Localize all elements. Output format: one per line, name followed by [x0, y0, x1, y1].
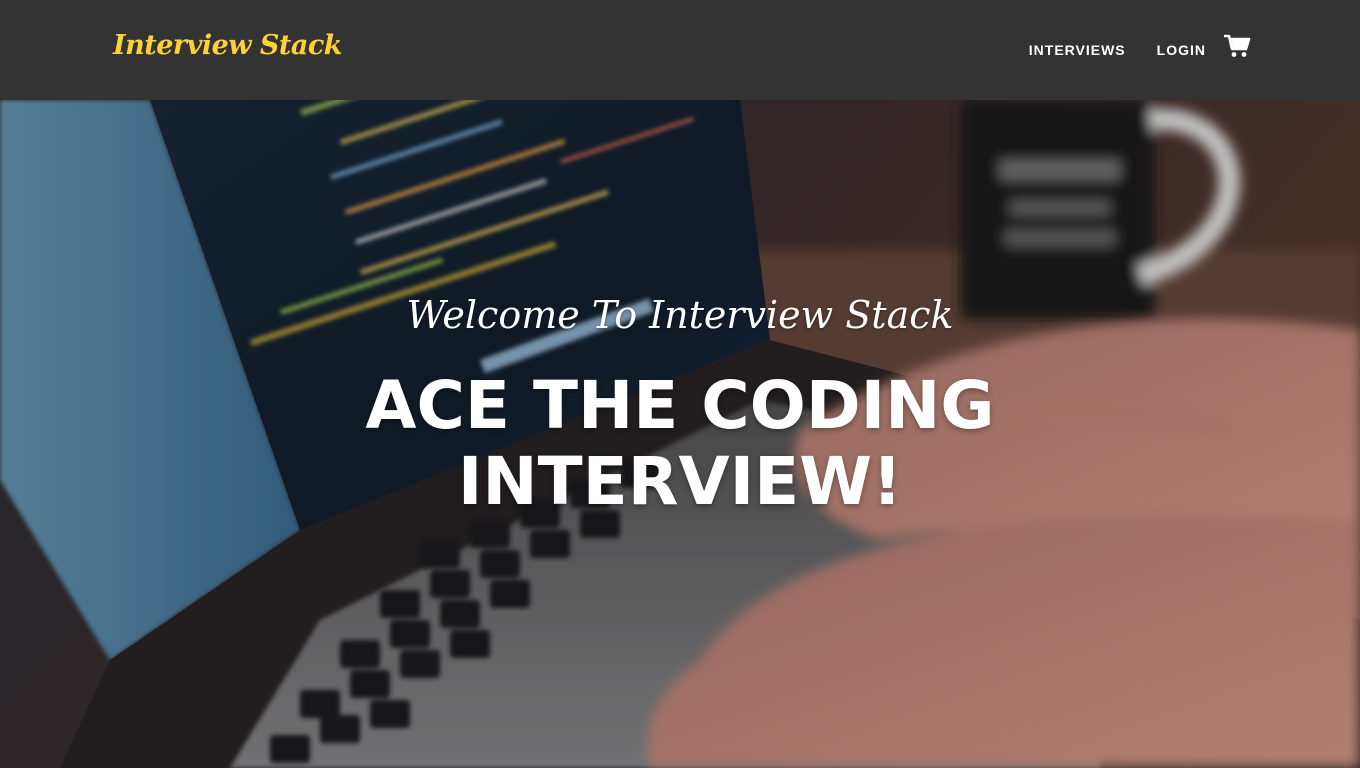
nav-links: INTERVIEWS LOGIN	[998, 33, 1252, 67]
nav-link-interviews[interactable]: INTERVIEWS	[1029, 33, 1126, 67]
navbar: Interview Stack INTERVIEWS LOGIN	[0, 0, 1360, 100]
nav-link-login[interactable]: LOGIN	[1157, 33, 1206, 67]
brand-logo[interactable]: Interview Stack	[113, 30, 343, 61]
shopping-cart-icon[interactable]	[1223, 33, 1252, 59]
hero-subheading: Welcome To Interview Stack	[406, 293, 954, 337]
hero-section: Welcome To Interview Stack ACE THE CODIN…	[0, 100, 1360, 768]
hero-heading: ACE THE CODING INTERVIEW!	[365, 367, 995, 520]
